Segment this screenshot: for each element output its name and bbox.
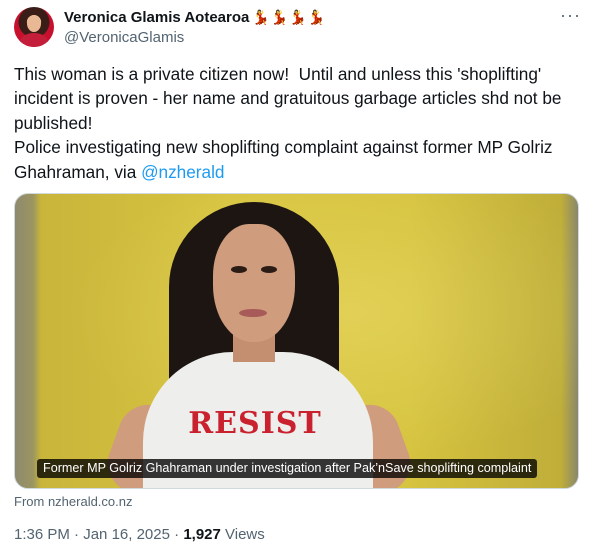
image-caption: Former MP Golriz Ghahraman under investi… — [37, 459, 538, 478]
subject-face — [213, 224, 295, 342]
avatar-body — [20, 33, 48, 47]
subject-right-eye — [261, 266, 277, 273]
author-handle[interactable]: @VeronicaGlamis — [64, 28, 184, 47]
meta-separator: · — [69, 526, 84, 543]
tweet-date[interactable]: Jan 16, 2025 — [83, 526, 170, 543]
link-source[interactable]: From nzherald.co.nz — [14, 494, 133, 510]
tweet-text: This woman is a private citizen now! Unt… — [14, 62, 579, 184]
more-horizontal-icon[interactable]: ··· — [560, 6, 581, 24]
subject-left-eye — [231, 266, 247, 273]
tweet-text-line1: This woman is a private citizen now! Unt… — [14, 64, 567, 133]
avatar-face — [27, 15, 41, 32]
image-subject: RESIST — [99, 194, 453, 488]
tweet-text-line2: Police investigating new shoplifting com… — [14, 135, 579, 184]
author-name-row: Veronica Glamis Aotearoa 💃💃💃💃 — [64, 8, 326, 27]
tweet-meta: 1:36 PM · Jan 16, 2025 · 1,927 Views — [14, 526, 265, 544]
tweet-time[interactable]: 1:36 PM — [14, 526, 70, 543]
author-display-name[interactable]: Veronica Glamis Aotearoa — [64, 8, 249, 27]
meta-separator: · — [169, 526, 184, 543]
dancer-emoji-icons: 💃💃💃💃 — [252, 9, 327, 25]
views-label: Views — [220, 526, 265, 543]
tweet-card: Veronica Glamis Aotearoa 💃💃💃💃 @VeronicaG… — [0, 0, 590, 547]
shirt-print-text: RESIST — [188, 406, 322, 441]
link-card-image[interactable]: RESIST Former MP Golriz Ghahraman under … — [14, 193, 579, 489]
views-count: 1,927 — [183, 526, 221, 543]
author-avatar[interactable] — [14, 7, 54, 47]
mention-link[interactable]: @nzherald — [141, 162, 224, 182]
subject-lips — [239, 309, 267, 317]
tweet-text-line2-prefix: Police investigating new shoplifting com… — [14, 137, 558, 182]
